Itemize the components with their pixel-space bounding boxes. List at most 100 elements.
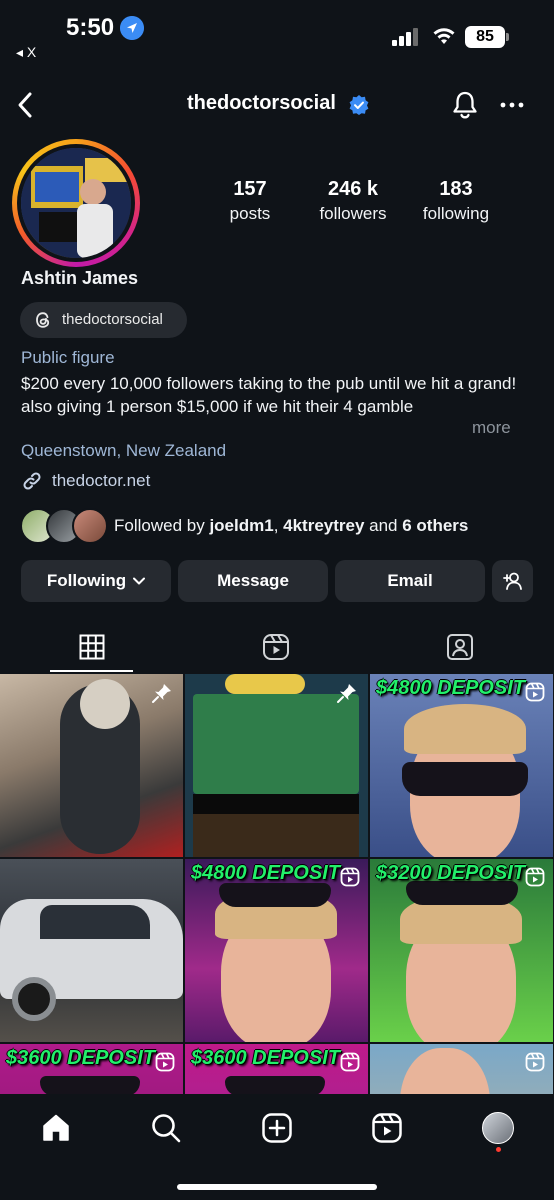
followed-by-text[interactable]: Followed by joeldm1, 4ktreytrey and 6 ot…	[114, 516, 468, 536]
profile-notification-dot	[496, 1147, 501, 1152]
post-caption: $3600 DEPOSIT	[6, 1047, 155, 1069]
grid-post-1[interactable]	[0, 674, 183, 857]
nav-reels[interactable]	[367, 1108, 407, 1148]
message-button[interactable]: Message	[178, 560, 328, 602]
mutual-user-1: joeldm1	[209, 516, 274, 535]
followed-by-prefix: Followed by	[114, 516, 210, 535]
post-8-sunglasses	[225, 1076, 325, 1094]
verified-badge-icon	[349, 95, 369, 115]
grid-post-4[interactable]	[0, 859, 183, 1042]
profile-full-name: Ashtin James	[21, 268, 139, 288]
post-1-hair	[80, 679, 130, 729]
add-person-icon	[502, 572, 522, 590]
pinned-post-icon	[152, 684, 171, 703]
grid-post-2[interactable]	[185, 674, 368, 857]
post-7-sunglasses	[40, 1076, 140, 1094]
grid-post-8[interactable]: $3600 DEPOSIT	[185, 1044, 368, 1094]
post-2-slot-base	[193, 814, 359, 857]
following-button-label: Following	[46, 571, 127, 590]
grid-post-9[interactable]	[370, 1044, 553, 1094]
profile-location[interactable]: Queenstown, New Zealand	[21, 441, 226, 461]
threads-badge-button[interactable]: thedoctorsocial	[20, 302, 187, 338]
pinned-post-icon	[337, 684, 356, 703]
header-username: thedoctorsocial	[187, 92, 336, 114]
reels-icon	[263, 634, 289, 660]
chevron-down-icon	[133, 577, 146, 585]
message-button-label: Message	[217, 571, 289, 590]
email-button-label: Email	[387, 571, 433, 590]
followers-count: 246 k	[327, 178, 379, 200]
followed-by-and: and	[364, 516, 403, 535]
threads-icon	[36, 312, 50, 328]
bio-more-link[interactable]: more	[472, 418, 511, 438]
profile-bio: $200 every 10,000 followers taking to th…	[21, 372, 521, 418]
profile-website-link[interactable]: thedoctor.net	[52, 471, 150, 491]
avatar-illustration	[21, 148, 131, 258]
posts-label: posts	[229, 204, 271, 223]
mutual-user-2: 4ktreytrey	[283, 516, 365, 535]
mutual-avatar-3	[72, 508, 108, 544]
post-caption: $4800 DEPOSIT	[191, 862, 340, 884]
posts-count: 157	[233, 178, 267, 200]
reel-indicator-icon	[340, 867, 360, 887]
post-caption: $3200 DEPOSIT	[376, 862, 525, 884]
grid-post-5[interactable]: $4800 DEPOSIT	[185, 859, 368, 1042]
reel-indicator-icon	[340, 1052, 360, 1072]
profile-avatar[interactable]	[12, 139, 140, 267]
active-tab-indicator	[50, 670, 133, 672]
following-button[interactable]: Following	[21, 560, 171, 602]
home-icon	[43, 1114, 69, 1141]
more-options-icon[interactable]	[500, 102, 524, 108]
reel-indicator-icon	[525, 682, 545, 702]
tab-tagged[interactable]	[368, 620, 552, 674]
post-3-sunglasses	[402, 762, 528, 796]
status-bar: 5:50 ◂ X 85	[0, 0, 554, 70]
mutual-followers-avatars[interactable]	[20, 508, 108, 546]
notifications-bell-icon[interactable]	[451, 90, 479, 120]
grid-post-3[interactable]: $4800 DEPOSIT	[370, 674, 553, 857]
nav-create[interactable]	[257, 1108, 297, 1148]
battery-tip	[506, 33, 509, 41]
post-4-car-windows	[40, 905, 150, 939]
following-stat[interactable]: 183 following	[414, 178, 498, 224]
tab-posts-grid[interactable]	[0, 620, 184, 674]
link-chain-icon	[23, 472, 41, 490]
location-arrow-icon	[120, 16, 144, 40]
profile-avatar-thumbnail	[482, 1112, 514, 1144]
followers-label: followers	[319, 204, 387, 223]
back-chevron-icon[interactable]	[12, 90, 40, 120]
profile-category: Public figure	[21, 348, 115, 367]
tab-reels[interactable]	[184, 620, 368, 674]
reel-indicator-icon	[155, 1052, 175, 1072]
following-count: 183	[439, 178, 473, 200]
bio-line-2: also giving 1 person $15,000 if we hit t…	[21, 397, 414, 416]
email-button[interactable]: Email	[335, 560, 485, 602]
tagged-person-icon	[447, 634, 473, 660]
post-caption: $4800 DEPOSIT	[376, 677, 525, 699]
post-2-slot-topper	[225, 674, 305, 694]
post-caption: $3600 DEPOSIT	[191, 1047, 340, 1069]
profile-header: thedoctorsocial	[0, 80, 554, 130]
avatar-photo	[21, 148, 131, 258]
followed-by-separator: ,	[273, 516, 284, 535]
profile-content-tabs	[0, 620, 554, 674]
followers-stat[interactable]: 246 k followers	[310, 178, 396, 224]
bio-line-1: $200 every 10,000 followers taking to th…	[21, 374, 517, 393]
grid-post-6[interactable]: $3200 DEPOSIT	[370, 859, 553, 1042]
back-to-app-link[interactable]: ◂ X	[16, 44, 36, 61]
suggested-users-button[interactable]	[492, 560, 533, 602]
post-9-face	[400, 1048, 490, 1094]
nav-search[interactable]	[146, 1108, 186, 1148]
create-post-icon	[262, 1113, 292, 1143]
post-3-cap	[404, 704, 526, 754]
post-4-car-wheel	[12, 977, 56, 1021]
posts-stat[interactable]: 157 posts	[222, 178, 278, 224]
battery-indicator: 85	[465, 26, 505, 48]
home-indicator[interactable]	[177, 1184, 377, 1190]
nav-home[interactable]	[36, 1108, 76, 1148]
status-time: 5:50	[66, 14, 115, 41]
post-2-credit-bar	[193, 794, 359, 814]
grid-post-7[interactable]: $3600 DEPOSIT	[0, 1044, 183, 1094]
reel-indicator-icon	[525, 867, 545, 887]
nav-profile[interactable]	[478, 1108, 518, 1148]
